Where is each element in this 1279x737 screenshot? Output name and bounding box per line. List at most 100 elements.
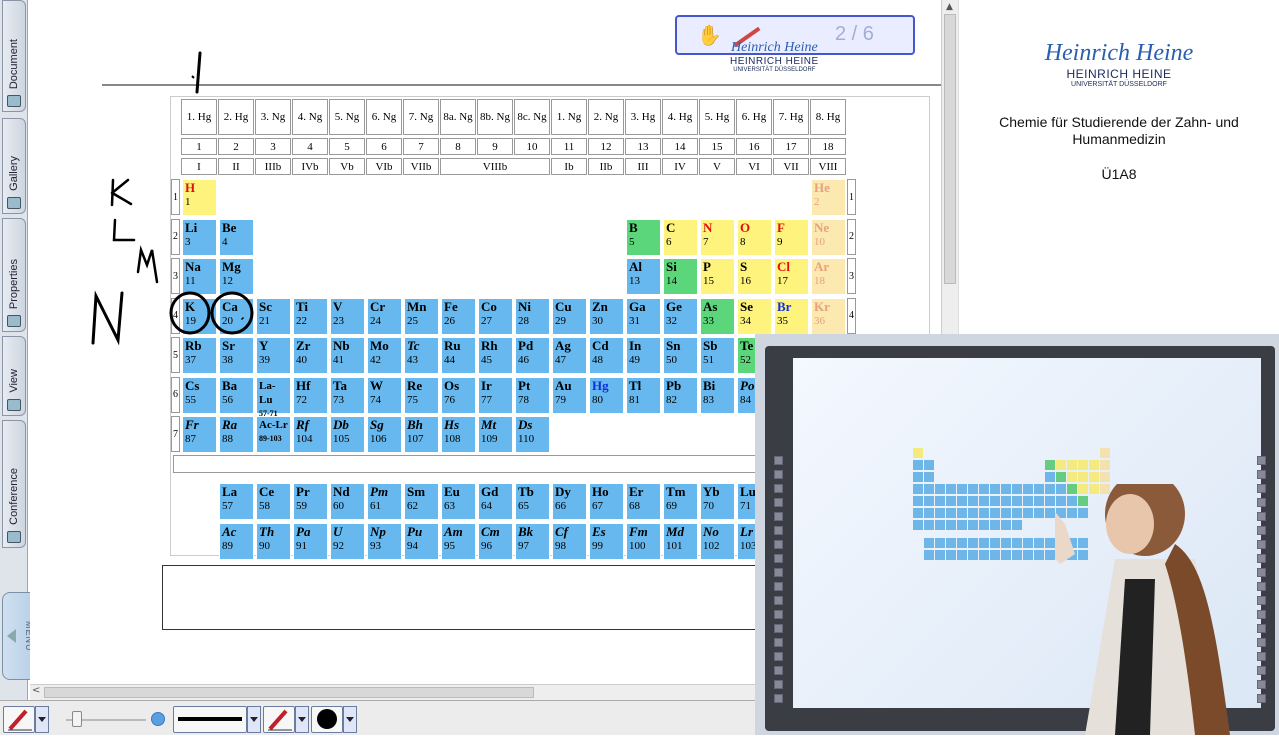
element-symbol: Dy [555, 484, 571, 499]
divider-line [102, 84, 952, 86]
group-header: 8b. Ng [477, 99, 513, 135]
scroll-up-icon[interactable]: ▲ [946, 2, 953, 12]
element-cell: V 23 [330, 297, 365, 335]
horizontal-scroll-thumb[interactable] [44, 687, 534, 698]
atomic-number: 91 [296, 539, 307, 552]
group-header: 8a. Ng [440, 99, 476, 135]
whiteboard-tool [774, 568, 783, 577]
mini-element-cell [1089, 472, 1099, 482]
element-cell: Se 34 [737, 297, 772, 335]
fill-color-dropdown[interactable] [343, 706, 357, 733]
atomic-number: 8 [740, 235, 746, 248]
tab-document-label: Document [8, 38, 20, 89]
tab-conference[interactable]: Conference [2, 420, 26, 548]
atomic-number: 40 [296, 354, 307, 366]
atomic-number: 48 [592, 354, 603, 366]
mini-element-cell [968, 508, 978, 518]
tab-properties[interactable]: Properties [2, 218, 26, 332]
atomic-number: 109 [481, 433, 498, 445]
hand-icon[interactable]: ✋ [697, 23, 722, 48]
element-cell: Nb 41 [330, 337, 365, 374]
mini-element-cell [913, 484, 923, 494]
tab-view[interactable]: View [2, 336, 26, 416]
tab-view-label: View [8, 369, 20, 393]
element-cell: Eu 63 [441, 483, 476, 520]
element-cell: Ho 67 [589, 483, 624, 520]
element-symbol: Bk [518, 523, 534, 539]
mini-element-cell [1067, 460, 1077, 470]
period-label-left: 1 [171, 179, 180, 215]
element-cell: Be 4 [219, 218, 254, 256]
roman-group: VI [736, 158, 772, 175]
element-cell: In 49 [626, 337, 661, 374]
atomic-number: 90 [259, 539, 270, 552]
line-style-dropdown[interactable] [247, 706, 261, 733]
element-symbol: Db [333, 417, 349, 432]
atomic-number: 41 [333, 354, 344, 366]
atomic-number: 2 [814, 196, 820, 208]
element-cell: Sr 38 [219, 337, 254, 374]
group-number: 12 [588, 138, 624, 155]
mini-element-cell [946, 496, 956, 506]
view-icon [7, 399, 21, 411]
element-cell: Hf 72 [293, 376, 328, 414]
element-cell: Pt 78 [515, 376, 550, 414]
atomic-number: 78 [518, 393, 529, 406]
atomic-number: 3 [185, 235, 191, 248]
mini-element-cell [957, 520, 967, 530]
whiteboard-tool [774, 624, 783, 633]
atomic-number: 25 [407, 314, 418, 327]
pen-color-dropdown[interactable] [295, 706, 309, 733]
atomic-number: 38 [222, 354, 233, 366]
whiteboard-tool [1257, 456, 1266, 465]
pen-dropdown[interactable] [35, 706, 49, 733]
group-number: 6 [366, 138, 402, 155]
period-label-right: 4 [847, 297, 856, 334]
atomic-number: 13 [629, 275, 640, 287]
element-symbol: Eu [444, 484, 460, 499]
group-number: 15 [699, 138, 735, 155]
scroll-left-icon[interactable]: < [32, 685, 40, 696]
mini-element-cell [935, 538, 945, 548]
fill-color-button[interactable] [311, 706, 343, 733]
group-number: 16 [736, 138, 772, 155]
element-cell: Zn 30 [589, 297, 624, 335]
mini-element-cell [1001, 496, 1011, 506]
slider-knob[interactable] [72, 711, 82, 727]
element-symbol: Sr [222, 338, 235, 353]
tab-document[interactable]: Document [2, 0, 26, 112]
element-cell: K 19 [182, 297, 217, 335]
element-cell: Md 101 [663, 522, 698, 560]
mini-element-cell [990, 508, 1000, 518]
group-number: 14 [662, 138, 698, 155]
element-cell: Cm 96 [478, 522, 513, 560]
atomic-number: 67 [592, 500, 603, 512]
atomic-number: 34 [740, 314, 751, 327]
atomic-number: 80 [592, 393, 603, 406]
element-symbol: Ni [518, 298, 531, 314]
element-symbol: Br [777, 298, 792, 314]
atomic-number: 95 [444, 539, 455, 552]
tab-gallery[interactable]: Gallery [2, 118, 26, 214]
element-cell: Bi 83 [700, 376, 735, 414]
element-cell: Pu 94 [404, 522, 439, 560]
pen-tool-button[interactable] [3, 706, 35, 733]
mini-element-cell [979, 520, 989, 530]
element-symbol: Sm [407, 484, 426, 499]
element-symbol: C [666, 219, 676, 235]
pen-color-button[interactable] [263, 706, 295, 733]
mini-element-cell [1078, 460, 1088, 470]
element-cell: Kr 36 [811, 297, 846, 335]
group-header: 2. Ng [588, 99, 624, 135]
atomic-number: 32 [666, 314, 677, 327]
opacity-slider[interactable] [66, 711, 146, 727]
element-cell: Ac 89 [219, 522, 254, 560]
atomic-number: 27 [481, 314, 492, 327]
vertical-scroll-thumb[interactable] [944, 14, 956, 284]
element-cell: Ta 73 [330, 376, 365, 414]
element-symbol: Bh [407, 417, 423, 432]
line-style-button[interactable] [173, 706, 247, 733]
roman-group: V [699, 158, 735, 175]
element-cell: U 92 [330, 522, 365, 560]
group-header: 1. Ng [551, 99, 587, 135]
